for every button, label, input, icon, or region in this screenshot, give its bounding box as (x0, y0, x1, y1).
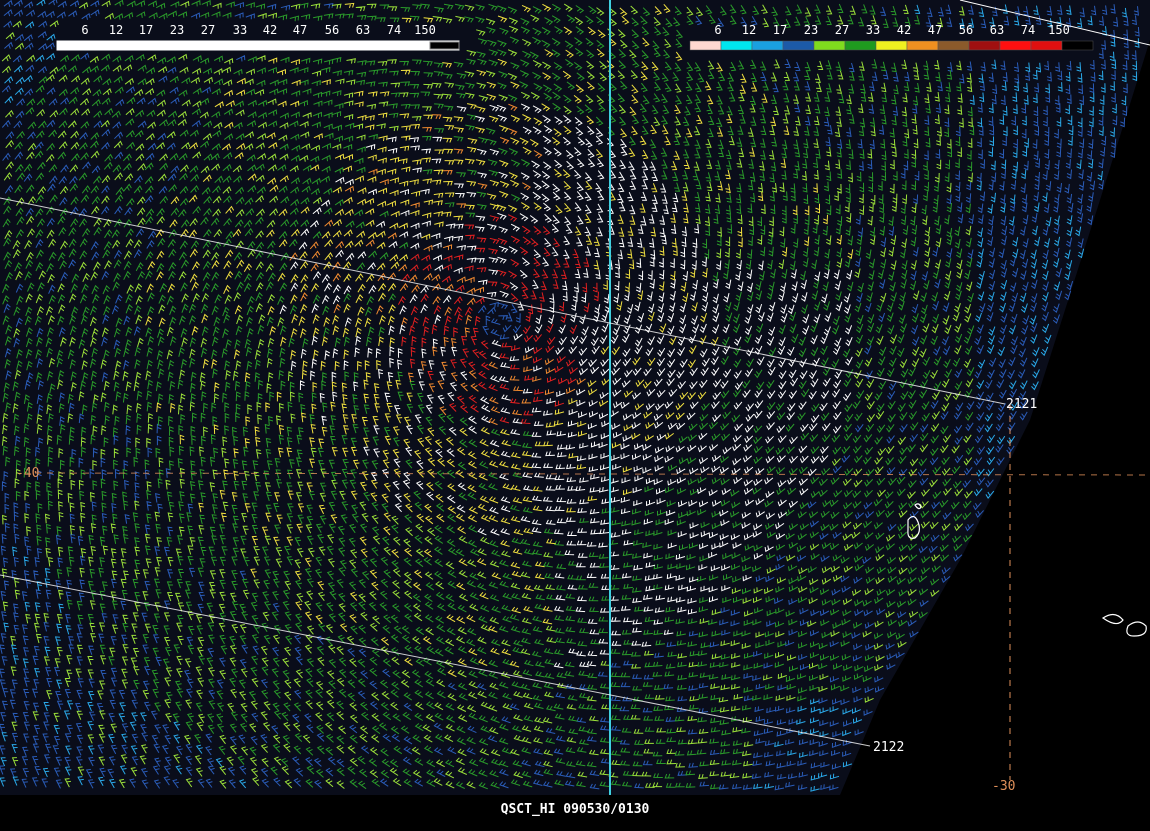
scale-swatch (1061, 40, 1094, 51)
right-scale-label: 23 (804, 23, 818, 37)
right-scale-label: 17 (773, 23, 787, 37)
left-scale-label: 33 (233, 23, 247, 37)
right-scale-label: 150 (1048, 23, 1070, 37)
scale-swatch (782, 40, 815, 51)
left-scale-label: 23 (170, 23, 184, 37)
left-scale-label: 63 (356, 23, 370, 37)
left-scale-bar (56, 40, 460, 51)
left-scale-end (429, 41, 460, 50)
left-scale-label: 150 (414, 23, 436, 37)
lat-label-bottom: -30 (992, 779, 1015, 794)
left-scale-label: 12 (109, 23, 123, 37)
right-scale-label: 74 (1021, 23, 1035, 37)
scale-swatch (720, 40, 753, 51)
right-scale-label: 33 (866, 23, 880, 37)
right-scale-label: 56 (959, 23, 973, 37)
scale-swatch (1030, 40, 1063, 51)
scale-swatch (999, 40, 1032, 51)
right-scale-swatches (689, 40, 1094, 51)
left-scale-label: 74 (387, 23, 401, 37)
left-scale-label: 17 (139, 23, 153, 37)
scatterometer-wind-map: 6 12 17 23 27 33 42 47 56 63 74 150 6 12 17 23 27 33 42 47… (0, 0, 1150, 831)
left-scale-label: 47 (293, 23, 307, 37)
orbit-label-2121: 2121 (1006, 397, 1037, 412)
right-scale-label: 12 (742, 23, 756, 37)
left-scale-label: 56 (325, 23, 339, 37)
scale-swatch (813, 40, 846, 51)
left-scale-label: 42 (263, 23, 277, 37)
right-scale-label: 27 (835, 23, 849, 37)
scale-swatch (968, 40, 1001, 51)
right-scale-label: 47 (928, 23, 942, 37)
lat-label-left: -40 (16, 466, 39, 481)
product-caption: QSCT_HI 090530/0130 (500, 802, 650, 817)
right-scale-label: 42 (897, 23, 911, 37)
scale-swatch (689, 40, 722, 51)
scale-swatch (875, 40, 908, 51)
left-scale-label: 6 (81, 23, 88, 37)
left-scale-label: 27 (201, 23, 215, 37)
scale-swatch (937, 40, 970, 51)
scale-swatch (751, 40, 784, 51)
scale-swatch (906, 40, 939, 51)
scale-swatch (844, 40, 877, 51)
right-scale-label: 6 (714, 23, 721, 37)
orbit-label-2122: 2122 (873, 740, 904, 755)
right-scale-label: 63 (990, 23, 1004, 37)
